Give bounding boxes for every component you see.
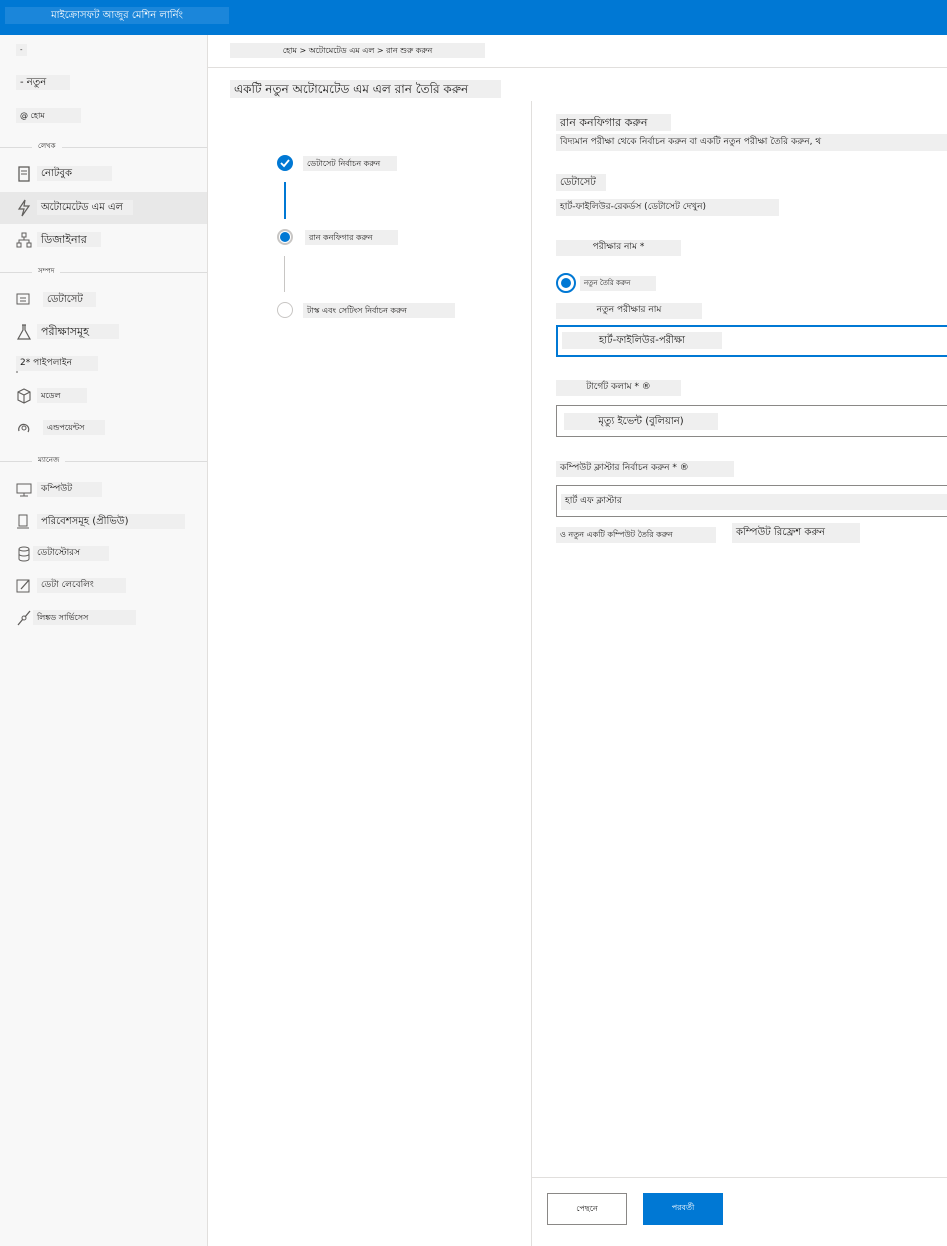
- environment-icon: [15, 513, 33, 531]
- link-icon: [15, 609, 33, 627]
- form-heading: রান কনফিগার করুন: [556, 114, 671, 131]
- sidebar-item-experiments[interactable]: পরীক্ষাসমূহ: [0, 316, 207, 348]
- sidebar-item-label: ডিজাইনার: [37, 232, 101, 247]
- step-label-dataset[interactable]: ডেটাসেট নির্বাচন করুন: [303, 156, 397, 171]
- sidebar-item-linked-services[interactable]: লিঙ্কড সার্ভিসেস: [0, 602, 207, 634]
- sidebar-item-label: কম্পিউট: [37, 482, 102, 497]
- dataset-link[interactable]: হার্ট-ফাইলিউর-রেকর্ডস (ডেটাসেট দেখুন): [556, 199, 779, 216]
- sidebar-item-label: মডেল: [37, 388, 87, 403]
- sidebar-item-label: লিঙ্কড সার্ভিসেস: [33, 610, 136, 625]
- sidebar-item-notebook[interactable]: নোটবুক: [0, 158, 207, 190]
- designer-icon: [15, 231, 33, 249]
- flask-icon: [15, 323, 33, 341]
- step-complete-icon: [277, 155, 293, 171]
- sidebar-item-datastores[interactable]: ডেটাস্টোরস: [0, 538, 207, 570]
- dropdown-value: মৃত্যু ইভেন্ট (বুলিয়ান): [564, 413, 718, 430]
- form-description: বিদ্যমান পরীক্ষা থেকে নির্বাচন করুন বা এ…: [556, 134, 947, 151]
- home-link[interactable]: @ হোম: [16, 108, 81, 123]
- sidebar-item-pipelines[interactable]: 2* পাইপলাইন: [0, 348, 207, 380]
- cube-icon: [15, 387, 33, 405]
- notebook-icon: [15, 165, 33, 183]
- database-icon: [15, 545, 33, 563]
- dropdown-value: হার্ট এফ ক্লাস্টার: [561, 494, 947, 510]
- new-experiment-name-label: নতুন পরীক্ষার নাম: [556, 303, 702, 319]
- new-experiment-name-input[interactable]: হার্ট-ফাইলিউর-পরীক্ষা: [556, 325, 947, 357]
- sidebar-item-label: এন্ডপয়েন্টস: [43, 420, 105, 435]
- compute-cluster-dropdown[interactable]: হার্ট এফ ক্লাস্টার: [556, 485, 947, 517]
- endpoint-icon: [15, 419, 33, 437]
- compute-cluster-label: কম্পিউট ক্লাস্টার নির্বাচন করুন * ®: [556, 461, 734, 477]
- refresh-compute-button[interactable]: কম্পিউট রিফ্রেশ করুন: [732, 523, 860, 543]
- sidebar-item-label: পরিবেশসমূহ (প্রীভিউ): [37, 514, 185, 529]
- back-button[interactable]: পেছনে: [547, 1193, 627, 1225]
- sidebar-item-designer[interactable]: ডিজাইনার: [0, 224, 207, 256]
- sidebar-item-endpoints[interactable]: এন্ডপয়েন্টস: [0, 412, 207, 444]
- input-value: হার্ট-ফাইলিউর-পরীক্ষা: [562, 332, 722, 349]
- step-pending-icon: [277, 302, 293, 318]
- collapse-menu-button[interactable]: -: [16, 44, 27, 56]
- pencil-icon: [15, 577, 33, 595]
- sidebar-item-label: ডেটা লেবেলিং: [37, 578, 126, 593]
- sidebar-item-label: ডেটাস্টোরস: [33, 546, 109, 561]
- lightning-icon: [15, 199, 33, 217]
- sidebar-item-label: পরীক্ষাসমূহ: [37, 324, 119, 339]
- step-label-configure[interactable]: রান কনফিগার করুন: [305, 230, 398, 245]
- step-current-icon: [277, 229, 293, 245]
- sidebar-item-datasets[interactable]: ডেটাসেট: [0, 284, 207, 316]
- new-button[interactable]: - নতুন: [16, 75, 70, 90]
- sidebar-item-label: 2* পাইপলাইন: [16, 356, 98, 371]
- page-title: একটি নতুন অটোমেটেড এম এল রান তৈরি করুন: [230, 80, 501, 98]
- assets-section-label: সম্পদ: [32, 266, 61, 277]
- panel-divider: [531, 101, 532, 1246]
- author-section-label: লেখক: [32, 141, 62, 152]
- dataset-label: ডেটাসেট: [556, 174, 606, 191]
- dataset-icon: [15, 291, 33, 309]
- monitor-icon: [15, 481, 33, 499]
- radio-selected-icon: [556, 273, 576, 293]
- sidebar: - - নতুন @ হোম লেখক নোটবুক অটোমেটেড এম এ…: [0, 35, 208, 1246]
- sidebar-item-label: নোটবুক: [37, 166, 112, 181]
- top-bar: মাইক্রোসফট আজুর মেশিন লার্নিং: [0, 0, 947, 35]
- sidebar-item-label: ডেটাসেট: [43, 292, 96, 307]
- radio-label: নতুন তৈরি করুন: [580, 276, 656, 291]
- breadcrumb[interactable]: হোম > অটোমেটেড এম এল > রান শুরু করুন: [230, 43, 485, 58]
- step-connector: [284, 182, 286, 219]
- sidebar-item-label: অটোমেটেড এম এল: [37, 200, 133, 215]
- next-button[interactable]: পরবর্তী: [643, 1193, 723, 1225]
- app-title[interactable]: মাইক্রোসফট আজুর মেশিন লার্নিং: [5, 7, 229, 24]
- manage-section-label: ম্যানেজ: [32, 455, 66, 466]
- experiment-name-label: পরীক্ষার নাম *: [556, 240, 681, 256]
- sidebar-item-models[interactable]: মডেল: [0, 380, 207, 412]
- target-column-dropdown[interactable]: মৃত্যু ইভেন্ট (বুলিয়ান): [556, 405, 947, 437]
- sidebar-item-automated-ml[interactable]: অটোমেটেড এম এল: [0, 192, 207, 224]
- create-compute-link[interactable]: ও নতুন একটি কম্পিউট তৈরি করুন: [556, 527, 716, 543]
- sidebar-item-compute[interactable]: কম্পিউট: [0, 474, 207, 506]
- step-label-task[interactable]: টাস্ক এবং সেটিংস নির্বাচন করুন: [303, 303, 455, 318]
- sidebar-item-environments[interactable]: পরিবেশসমূহ (প্রীভিউ): [0, 506, 207, 538]
- step-connector: [284, 256, 285, 292]
- footer-divider: [532, 1177, 947, 1178]
- sidebar-item-data-labeling[interactable]: ডেটা লেবেলিং: [0, 570, 207, 602]
- header-divider: [208, 67, 947, 68]
- target-column-label: টার্গেট কলাম * ®: [556, 380, 681, 396]
